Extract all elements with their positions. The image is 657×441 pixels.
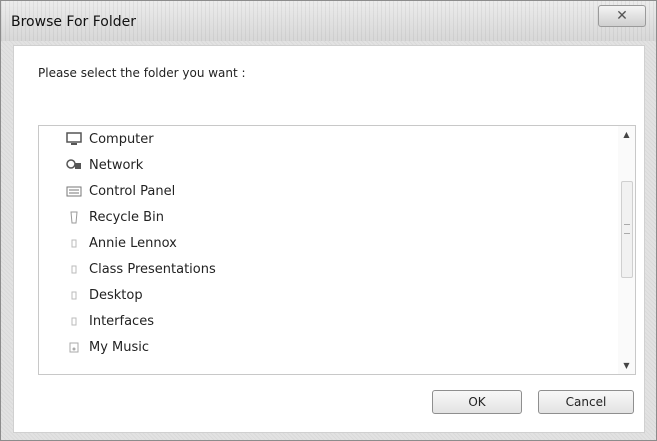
chevron-up-icon: ▲ xyxy=(623,130,630,139)
control-panel-icon xyxy=(65,182,83,200)
folder-tree[interactable]: Computer Network Control Panel Recycle B… xyxy=(38,125,636,375)
vertical-scrollbar[interactable]: ▲ ▼ xyxy=(618,126,635,374)
tree-item-label: Desktop xyxy=(89,287,143,303)
tree-item-control-panel[interactable]: Control Panel xyxy=(65,178,175,204)
tree-item-recycle-bin[interactable]: Recycle Bin xyxy=(65,204,164,230)
music-folder-icon xyxy=(65,338,83,356)
tree-item-computer[interactable]: Computer xyxy=(65,126,154,152)
tree-item-class-presentations[interactable]: Class Presentations xyxy=(65,256,216,282)
folder-icon xyxy=(65,312,83,330)
cancel-button[interactable]: Cancel xyxy=(538,390,634,414)
close-icon: ✕ xyxy=(616,8,628,24)
browse-folder-dialog: Browse For Folder ✕ Please select the fo… xyxy=(0,0,657,441)
tree-item-my-music[interactable]: My Music xyxy=(65,334,149,360)
tree-item-interfaces[interactable]: Interfaces xyxy=(65,308,154,334)
folder-icon xyxy=(65,234,83,252)
computer-icon xyxy=(65,130,83,148)
tree-item-label: Computer xyxy=(89,131,154,147)
window-title: Browse For Folder xyxy=(11,14,137,30)
prompt-label: Please select the folder you want : xyxy=(38,66,246,80)
tree-item-label: Annie Lennox xyxy=(89,235,177,251)
title-bar[interactable]: Browse For Folder ✕ xyxy=(1,1,656,41)
ok-button[interactable]: OK xyxy=(432,390,522,414)
folder-icon xyxy=(65,286,83,304)
tree-item-label: My Music xyxy=(89,339,150,355)
tree-item-label: Interfaces xyxy=(89,313,154,329)
tree-item-network[interactable]: Network xyxy=(65,152,143,178)
tree-item-label: Recycle Bin xyxy=(89,209,164,225)
tree-item-annie-lennox[interactable]: Annie Lennox xyxy=(65,230,177,256)
chevron-down-icon: ▼ xyxy=(623,361,630,370)
scroll-down-button[interactable]: ▼ xyxy=(618,357,635,374)
dialog-body: Please select the folder you want : Comp… xyxy=(13,45,645,433)
scroll-thumb[interactable] xyxy=(621,181,633,278)
recycle-bin-icon xyxy=(65,208,83,226)
tree-item-label: Network xyxy=(89,157,144,173)
tree-item-label: Class Presentations xyxy=(89,261,216,277)
scroll-up-button[interactable]: ▲ xyxy=(618,126,635,143)
tree-item-desktop[interactable]: Desktop xyxy=(65,282,143,308)
folder-icon xyxy=(65,260,83,278)
tree-item-label: Control Panel xyxy=(89,183,176,199)
close-button[interactable]: ✕ xyxy=(598,5,646,27)
network-icon xyxy=(65,156,83,174)
